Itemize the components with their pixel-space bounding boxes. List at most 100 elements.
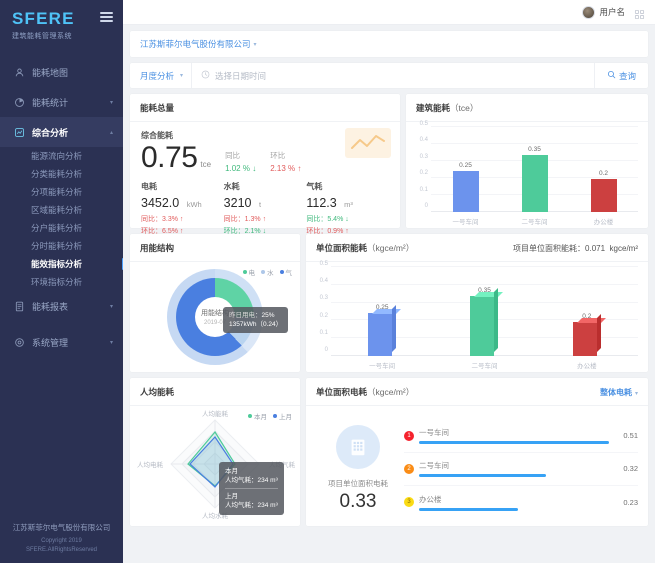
chevron-up-icon: ▴ (109, 129, 113, 136)
sidebar-item-energy-map[interactable]: 能耗地图 (0, 57, 123, 87)
summary-title: 能耗总量 (140, 103, 175, 113)
grid-line (331, 266, 638, 268)
rank-row[interactable]: 2 二号车间 0.32 (404, 453, 638, 486)
search-button[interactable]: 查询 (593, 63, 648, 88)
metric-mom: 环比：2.1% ↓ (223, 228, 267, 235)
metric-yoy: 同比：5.4% ↓ (306, 216, 349, 223)
rank-name: 二号车间 (419, 461, 449, 470)
rank-bar-fill (419, 441, 609, 444)
sidebar-subitem-category-energy[interactable]: 分类能耗分析 (0, 165, 123, 183)
metric-value-row: 3210 t (224, 194, 307, 212)
menu-toggle-icon[interactable] (100, 12, 113, 22)
row-structure: 用能结构 电 水 气 用能结构 2019-07 昨日用电：25% 1357kWh… (130, 234, 648, 372)
org-selector[interactable]: 江苏斯菲尔电气股份有限公司 ▾ (130, 31, 648, 57)
chevron-down-icon: ▾ (109, 303, 113, 310)
date-picker-input[interactable]: 选择日期时间 (192, 70, 594, 82)
bar-column[interactable]: 0.2 (572, 270, 606, 356)
period-select[interactable]: 月度分析 ▾ (130, 63, 192, 88)
filter-bar: 月度分析 ▾ 选择日期时间 查询 (130, 63, 648, 88)
rank-row[interactable]: 1 一号车间 0.51 (404, 420, 638, 453)
bar-rect[interactable] (521, 154, 548, 212)
pie-icon (14, 97, 25, 108)
bar-column[interactable]: 0.25 (368, 270, 402, 356)
bar-column[interactable]: 0.2 (590, 130, 617, 212)
sidebar: SFERE 建筑能耗管理系统 能耗地图 能耗统计 ▾ 综合分析 ▴ 能源流向分析… (0, 0, 123, 563)
sidebar-subitem-label: 环境指标分析 (31, 277, 83, 287)
y-axis-tick: 0.5 (319, 261, 328, 267)
elec-rank-card-title: 单位面积电耗（kgce/m²） (316, 387, 415, 397)
rank-bar-track (419, 441, 609, 444)
sidebar-subitem-region-energy[interactable]: 区域能耗分析 (0, 201, 123, 219)
sidebar-subitem-label: 分时能耗分析 (31, 241, 83, 251)
bar-column[interactable]: 0.25 (452, 130, 479, 212)
sidebar-subitem-energy-flow[interactable]: 能源流向分析 (0, 147, 123, 165)
tooltip-group2-title: 上月 (225, 493, 238, 500)
bar-series: 0.25 0.35 0.2 (331, 270, 638, 356)
bar-column[interactable]: 0.35 (521, 130, 548, 212)
metric-gas: 气耗 112.3 m³ 同比：5.4% ↓ 环比：0.9% ↑ (306, 181, 389, 236)
sidebar-subitem-label: 区域能耗分析 (31, 205, 83, 215)
sidebar-subitem-efficiency-index[interactable]: 能效指标分析 (0, 255, 123, 273)
bar-rect-3d[interactable] (572, 313, 606, 356)
building-bar-chart: 0 0.1 0.2 0.3 0.4 0.5 0.25 0.35 0.2 一号车间 二号车间 办公楼 (406, 121, 648, 228)
project-unit-area-annotation: 项目单位面积能耗：0.071 kgce/m² (513, 243, 638, 253)
chart-plot: 0 0.1 0.2 0.3 0.4 0.5 0.25 0.35 0.2 一号车间 二号车间 办公楼 (414, 121, 640, 228)
sidebar-subitem-environment-index[interactable]: 环境指标分析 (0, 273, 123, 291)
apps-grid-icon[interactable] (634, 7, 645, 19)
building-energy-card: 建筑能耗（tce） 0 0.1 0.2 0.3 0.4 0.5 0.25 0.35 0.2 一号车… (406, 94, 648, 228)
sidebar-item-label: 综合分析 (32, 127, 69, 138)
bar-column[interactable]: 0.35 (470, 270, 504, 356)
bar-rect[interactable] (590, 179, 617, 212)
sparkline-icon (345, 128, 391, 158)
y-axis-tick: 0.4 (319, 278, 328, 285)
bar-rect[interactable] (452, 171, 479, 212)
sidebar-item-energy-report[interactable]: 能耗报表 ▾ (0, 291, 123, 321)
rank-content: 办公楼 (419, 494, 609, 511)
legend-item[interactable]: 气 (279, 267, 292, 277)
x-axis-tick-label: 办公楼 (593, 219, 614, 226)
chevron-down-icon: ▾ (634, 390, 638, 397)
rank-bar-fill (419, 474, 547, 477)
app-subtitle: 建筑能耗管理系统 (12, 33, 72, 40)
elec-scope-select[interactable]: 整体电耗 ▾ (600, 387, 638, 398)
grid-line (431, 125, 638, 127)
metric-value: 3210 (223, 196, 252, 210)
sidebar-item-comprehensive-analysis[interactable]: 综合分析 ▴ (0, 117, 123, 147)
sidebar-subitem-subitem-energy[interactable]: 分项能耗分析 (0, 183, 123, 201)
rank-row[interactable]: 3 办公楼 0.23 (404, 486, 638, 519)
footer-copyright: Copyright 2019 (41, 538, 82, 544)
rank-body: 项目单位面积电耗 0.33 1 一号车间 0.51 2 二号车间 0.32 3 … (306, 406, 648, 526)
sidebar-item-energy-stats[interactable]: 能耗统计 ▾ (0, 87, 123, 117)
donut-chart: 电 水 气 用能结构 2019-07 昨日用电：25% 1357kWh（0.24… (130, 262, 300, 372)
user-menu[interactable]: 用户名 (582, 5, 625, 19)
sidebar-item-system-management[interactable]: 系统管理 ▾ (0, 327, 123, 357)
sidebar-subitem-label: 分项能耗分析 (31, 187, 83, 197)
card-title: 能耗总量 (130, 94, 400, 122)
footer-rights: SFERE.AllRightsReserved (25, 547, 98, 553)
summary-value: 0.75 (141, 141, 198, 174)
y-axis-tick: 0.2 (319, 312, 328, 319)
mom-label: 环比 (270, 151, 286, 160)
radar-tooltip: 本月 人均气耗：234 m³ 上月 人均气耗：234 m³ (219, 462, 284, 515)
bar-rect-3d[interactable] (470, 287, 504, 356)
rank-value: 0.51 (623, 431, 638, 440)
search-icon (607, 70, 616, 81)
rank-name: 办公楼 (419, 494, 442, 504)
metric-name: 电耗 (141, 182, 157, 191)
project-label: 项目单位面积电耗 (328, 479, 388, 488)
metric-mom: 环比：6.5% ↑ (141, 228, 184, 235)
sidebar-subitem-label: 分类能耗分析 (31, 169, 83, 179)
legend-label: 水 (267, 270, 274, 277)
sidebar-subitem-time-energy[interactable]: 分时能耗分析 (0, 237, 123, 255)
bar-rect-3d[interactable] (368, 305, 402, 356)
y-axis-tick: 0 (324, 347, 328, 353)
sidebar-subitem-household-energy[interactable]: 分户能耗分析 (0, 219, 123, 237)
metric-unit: m³ (344, 200, 353, 209)
y-axis-tick: 0.1 (319, 329, 328, 336)
chevron-down-icon: ▾ (253, 41, 257, 48)
sidebar-item-label: 能耗地图 (32, 67, 69, 78)
x-axis-tick-label: 一号车间 (369, 363, 396, 370)
metric-water: 水耗 3210 t 同比：1.3% ↑ 环比：2.1% ↓ (224, 181, 307, 236)
y-axis-tick: 0.5 (419, 121, 428, 127)
y-axis-tick: 0 (424, 203, 428, 209)
